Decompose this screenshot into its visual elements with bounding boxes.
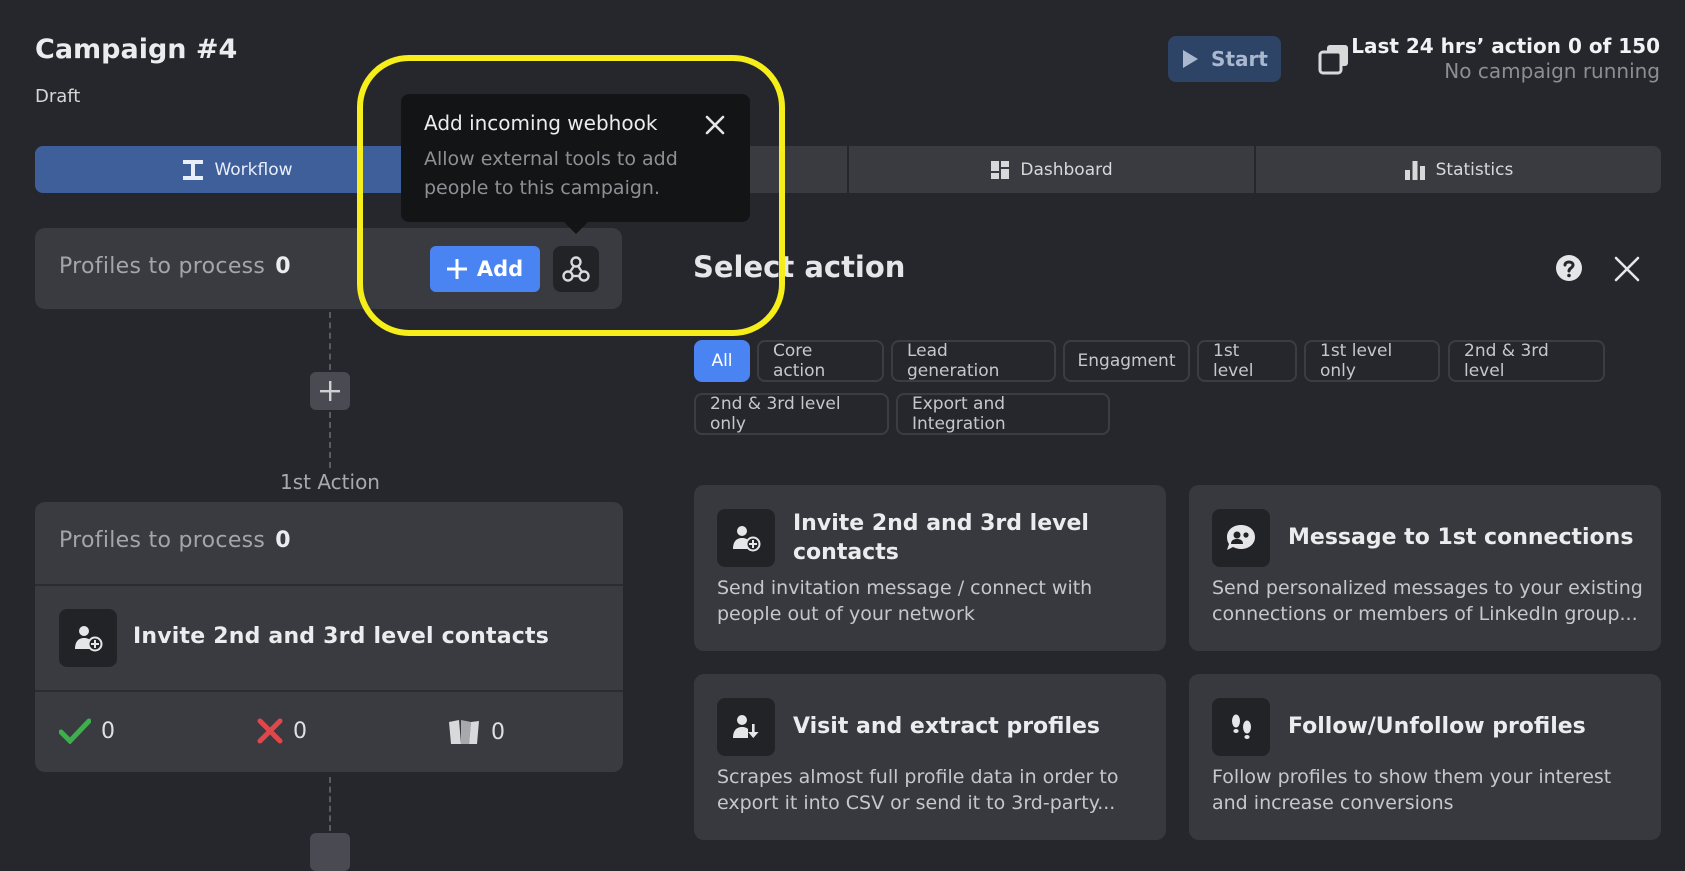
action-option-name: Visit and extract profiles	[793, 714, 1101, 739]
dashboard-icon	[990, 160, 1010, 180]
first-action-label: 1st Action	[280, 470, 380, 494]
filter-1st-level-only[interactable]: 1st level only	[1304, 340, 1440, 382]
webhook-icon	[561, 254, 591, 284]
action-option-desc: Scrapes almost full profile data in orde…	[717, 766, 1119, 814]
close-tooltip-button[interactable]	[704, 114, 726, 136]
tooltip-description: Allow external tools to add people to th…	[424, 148, 678, 199]
action-option-desc: Follow profiles to show them your intere…	[1212, 766, 1612, 814]
failed-count: 0	[257, 718, 307, 744]
play-icon	[1181, 49, 1199, 69]
action-stats-row: 0 0 0	[35, 692, 623, 772]
source-profiles-card: Profiles to process 0 Add	[35, 228, 622, 309]
filter-engagement[interactable]: Engagment	[1063, 340, 1190, 382]
insert-action-button[interactable]	[310, 833, 350, 871]
profiles-count: 0	[275, 528, 291, 553]
filter-1st-level[interactable]: 1st level	[1197, 340, 1297, 382]
help-button[interactable]	[1555, 254, 1583, 282]
quota-line: Last 24 hrs’ action 0 of 150	[1351, 34, 1660, 58]
connector-line	[329, 412, 331, 468]
campaign-status: Draft	[35, 86, 81, 107]
success-count: 0	[59, 718, 115, 744]
action-profiles-row: Profiles to process 0	[35, 502, 623, 586]
profiles-count: 0	[275, 254, 291, 279]
tab-label: Workflow	[214, 159, 293, 180]
action-option-message[interactable]: Message to 1st connections Send personal…	[1189, 485, 1661, 651]
statistics-icon	[1404, 160, 1426, 180]
user-download-icon	[717, 698, 775, 756]
close-panel-button[interactable]	[1614, 256, 1640, 282]
tab-workflow[interactable]: Workflow	[35, 146, 442, 193]
action-name: Invite 2nd and 3rd level contacts	[133, 624, 550, 649]
action-option-invite[interactable]: Invite 2nd and 3rd level contacts Send i…	[694, 485, 1166, 651]
close-icon	[1614, 256, 1640, 282]
check-icon	[59, 718, 91, 744]
action-card[interactable]: Profiles to process 0 Invite 2nd and 3rd …	[35, 502, 623, 772]
tooltip-arrow	[562, 220, 590, 234]
action-option-name: Message to 1st connections	[1288, 525, 1634, 550]
filter-2nd-3rd-level[interactable]: 2nd & 3rd level	[1448, 340, 1605, 382]
running-line: No campaign running	[1444, 59, 1660, 83]
tab-bar: Workflow Dashboard Statistics	[35, 146, 1661, 193]
filter-lead-generation[interactable]: Lead generation	[891, 340, 1056, 382]
tab-statistics[interactable]: Statistics	[1256, 146, 1661, 193]
webhook-button[interactable]	[553, 246, 599, 292]
action-option-follow[interactable]: Follow/Unfollow profiles Follow profiles…	[1189, 674, 1661, 840]
cross-icon	[257, 718, 283, 744]
action-option-desc: Send personalized messages to your exist…	[1212, 577, 1643, 625]
skip-flag-icon	[447, 718, 481, 746]
user-plus-icon	[717, 509, 775, 567]
action-option-visit-extract[interactable]: Visit and extract profiles Scrapes almos…	[694, 674, 1166, 840]
action-option-desc: Send invitation message / connect with p…	[717, 577, 1093, 625]
page-title: Campaign #4	[35, 34, 238, 65]
plus-icon	[320, 381, 340, 401]
plus-icon	[446, 259, 467, 279]
question-icon	[1555, 254, 1583, 282]
tooltip-title: Add incoming webhook	[424, 111, 658, 135]
action-option-name: Invite 2nd and 3rd level contacts	[793, 511, 1089, 565]
footprints-icon	[1212, 698, 1270, 756]
add-profiles-button[interactable]: Add	[430, 246, 540, 292]
insert-action-button[interactable]	[310, 372, 350, 410]
webhook-tooltip: Add incoming webhook Allow external tool…	[401, 94, 750, 222]
duplicate-campaign-button[interactable]	[1317, 42, 1351, 76]
tab-label: Dashboard	[1020, 159, 1113, 180]
filter-all[interactable]: All	[694, 340, 750, 382]
copy-icon	[1317, 42, 1351, 76]
user-plus-icon	[59, 609, 117, 667]
start-label: Start	[1211, 47, 1268, 71]
filter-2nd-3rd-level-only[interactable]: 2nd & 3rd level only	[694, 393, 889, 435]
action-name-row: Invite 2nd and 3rd level contacts	[35, 586, 623, 692]
message-user-icon	[1212, 509, 1270, 567]
connector-line	[329, 777, 331, 831]
profiles-label: Profiles to process	[59, 528, 266, 553]
action-option-name: Follow/Unfollow profiles	[1288, 714, 1586, 739]
start-button[interactable]: Start	[1168, 36, 1281, 82]
tab-label: Statistics	[1435, 159, 1514, 180]
connector-line	[329, 312, 331, 370]
tab-dashboard[interactable]: Dashboard	[849, 146, 1256, 193]
quota-info: Last 24 hrs’ action 0 of 150 No campaign…	[1351, 34, 1660, 83]
filter-core-action[interactable]: Core action	[757, 340, 884, 382]
add-label: Add	[476, 257, 524, 281]
workflow-icon	[182, 159, 204, 181]
panel-title: Select action	[693, 250, 906, 284]
profiles-to-process: Profiles to process 0	[59, 254, 291, 279]
profiles-label: Profiles to process	[59, 254, 266, 279]
filter-export-integration[interactable]: Export and Integration	[896, 393, 1110, 435]
skipped-count: 0	[447, 718, 505, 746]
profiles-to-process: Profiles to process 0	[59, 528, 291, 553]
close-icon	[704, 114, 726, 136]
